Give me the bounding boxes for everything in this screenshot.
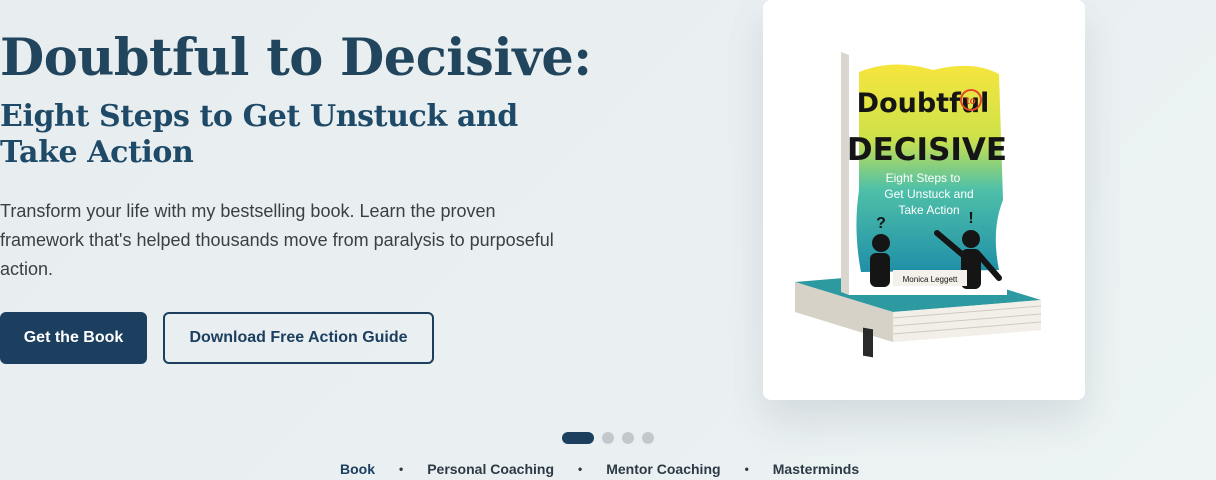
cover-title-line2: DECISIVE bbox=[847, 132, 1007, 168]
cover-subtitle-1: Eight Steps to bbox=[886, 171, 961, 185]
download-action-guide-button[interactable]: Download Free Action Guide bbox=[163, 312, 434, 364]
book-cover-image: Doubtful to DECISIVE Eight Steps to Get … bbox=[795, 52, 1042, 358]
book-cover: Doubtful to DECISIVE Eight Steps to Get … bbox=[847, 55, 1007, 295]
cover-exclamation-mark: ! bbox=[968, 210, 973, 227]
cover-subtitle-2: Get Unstuck and bbox=[884, 187, 973, 201]
cover-question-mark: ? bbox=[876, 215, 886, 232]
book-image-card: Doubtful to DECISIVE Eight Steps to Get … bbox=[763, 0, 1085, 400]
tab-separator: • bbox=[399, 462, 404, 476]
carousel-dot-2[interactable] bbox=[602, 432, 614, 444]
service-tabs: Book • Personal Coaching • Mentor Coachi… bbox=[340, 461, 859, 477]
hero-section: Doubtful to Decisive: Eight Steps to Get… bbox=[0, 0, 1216, 480]
tab-separator: • bbox=[578, 462, 583, 476]
book-spine bbox=[841, 52, 849, 295]
tab-book[interactable]: Book bbox=[340, 461, 375, 477]
hero-description: Transform your life with my bestselling … bbox=[0, 201, 554, 279]
carousel-dot-4[interactable] bbox=[642, 432, 654, 444]
carousel-dot-3[interactable] bbox=[622, 432, 634, 444]
tab-separator: • bbox=[744, 462, 749, 476]
carousel-indicators bbox=[562, 432, 654, 444]
tab-personal-coaching[interactable]: Personal Coaching bbox=[427, 461, 554, 477]
cover-author: Monica Leggett bbox=[903, 275, 958, 284]
get-the-book-button[interactable]: Get the Book bbox=[0, 312, 147, 364]
tab-mentor-coaching[interactable]: Mentor Coaching bbox=[606, 461, 720, 477]
carousel-dot-1[interactable] bbox=[562, 432, 594, 444]
cover-title-connector: to bbox=[966, 96, 975, 107]
tab-masterminds[interactable]: Masterminds bbox=[773, 461, 859, 477]
hero-subtitle: Eight Steps to Get Unstuck and Take Acti… bbox=[0, 99, 518, 170]
cover-subtitle-3: Take Action bbox=[898, 203, 959, 217]
hero-title: Doubtful to Decisive: bbox=[0, 28, 592, 88]
